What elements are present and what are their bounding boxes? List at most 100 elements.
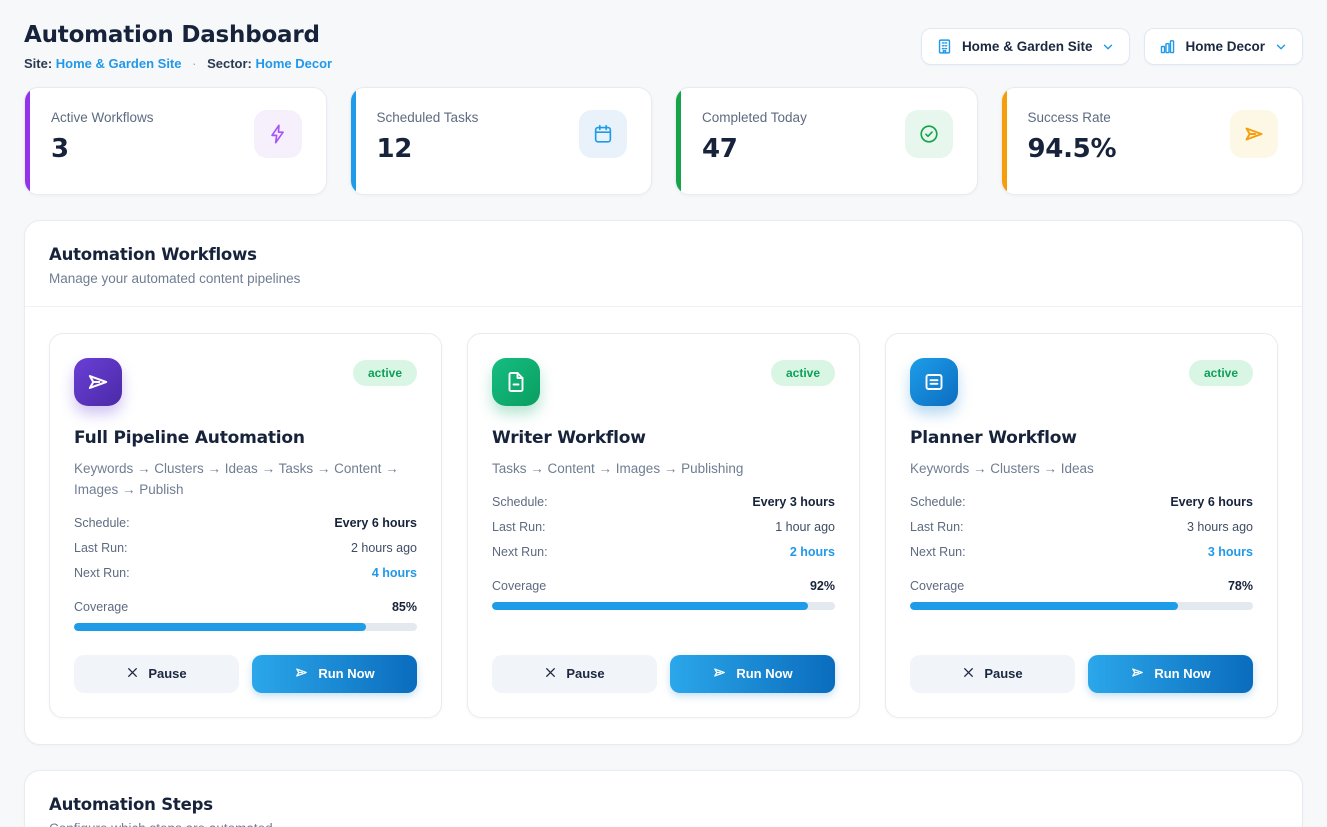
- schedule-row: Schedule: Every 6 hours: [74, 516, 417, 530]
- workflow-card-planner: active Planner Workflow Keywords → Clust…: [885, 333, 1278, 718]
- workflow-meta: Schedule: Every 3 hours Last Run: 1 hour…: [492, 495, 835, 570]
- coverage-progress-track: [910, 602, 1253, 610]
- doc-lines-icon: [910, 358, 958, 406]
- next-run-row: Next Run: 4 hours: [74, 566, 417, 580]
- run-now-button[interactable]: Run Now: [252, 655, 417, 693]
- next-run-row: Next Run: 2 hours: [492, 545, 835, 559]
- coverage-progress-fill: [910, 602, 1178, 610]
- workflow-cards-grid: active Full Pipeline Automation Keywords…: [25, 307, 1302, 744]
- send-icon: [294, 665, 309, 683]
- check-circle-icon: [905, 110, 953, 158]
- stat-value: 12: [377, 134, 479, 164]
- stat-text: Completed Today 47: [702, 110, 807, 164]
- next-run-value: 2 hours: [790, 545, 835, 559]
- next-run-label: Next Run:: [910, 545, 966, 559]
- workflow-pipeline: Keywords → Clusters → Ideas → Tasks → Co…: [74, 459, 417, 501]
- run-now-button[interactable]: Run Now: [670, 655, 835, 693]
- stat-text: Success Rate 94.5%: [1028, 110, 1117, 164]
- schedule-value: Every 6 hours: [1170, 495, 1253, 509]
- schedule-value: Every 3 hours: [752, 495, 835, 509]
- coverage-progress-track: [74, 623, 417, 631]
- stats-row: Active Workflows 3 Scheduled Tasks 12: [24, 87, 1303, 195]
- last-run-row: Last Run: 3 hours ago: [910, 520, 1253, 534]
- stat-text: Scheduled Tasks 12: [377, 110, 479, 164]
- workflow-pipeline: Keywords → Clusters → Ideas: [910, 459, 1253, 480]
- send-icon: [712, 665, 727, 683]
- schedule-row: Schedule: Every 6 hours: [910, 495, 1253, 509]
- bolt-icon: [254, 110, 302, 158]
- send-icon: [74, 358, 122, 406]
- coverage-progress-fill: [74, 623, 366, 631]
- x-icon: [962, 666, 975, 682]
- x-icon: [126, 666, 139, 682]
- workflow-card-writer: active Writer Workflow Tasks → Content →…: [467, 333, 860, 718]
- run-now-button[interactable]: Run Now: [1088, 655, 1253, 693]
- last-run-value: 1 hour ago: [775, 520, 835, 534]
- last-run-label: Last Run:: [74, 541, 128, 555]
- workflow-actions: Pause Run Now: [492, 631, 835, 693]
- last-run-value: 2 hours ago: [351, 541, 417, 555]
- last-run-row: Last Run: 2 hours ago: [74, 541, 417, 555]
- schedule-label: Schedule:: [74, 516, 130, 530]
- site-link[interactable]: Home & Garden Site: [56, 56, 182, 71]
- steps-panel-header: Automation Steps Configure which steps a…: [25, 771, 1302, 827]
- header-dropdowns: Home & Garden Site Home Decor: [921, 28, 1303, 65]
- breadcrumb: Site: Home & Garden Site · Sector: Home …: [24, 56, 332, 71]
- chevron-down-icon: [1101, 40, 1115, 54]
- sector-selector-dropdown[interactable]: Home Decor: [1144, 28, 1303, 65]
- stat-text: Active Workflows 3: [51, 110, 154, 164]
- coverage-row: Coverage 78%: [910, 579, 1253, 593]
- header-text: Automation Dashboard Site: Home & Garden…: [24, 22, 332, 71]
- workflows-panel-subtitle: Manage your automated content pipelines: [49, 271, 1278, 286]
- workflow-actions: Pause Run Now: [74, 631, 417, 693]
- pause-button[interactable]: Pause: [910, 655, 1075, 693]
- workflow-meta: Schedule: Every 6 hours Last Run: 3 hour…: [910, 495, 1253, 570]
- workflow-meta: Schedule: Every 6 hours Last Run: 2 hour…: [74, 516, 417, 591]
- steps-panel-title: Automation Steps: [49, 795, 1278, 814]
- coverage-value: 78%: [1228, 579, 1253, 593]
- workflow-pipeline: Tasks → Content → Images → Publishing: [492, 459, 835, 480]
- workflow-name: Writer Workflow: [492, 428, 835, 448]
- status-badge: active: [353, 360, 417, 386]
- steps-panel: Automation Steps Configure which steps a…: [24, 770, 1303, 827]
- run-now-button-label: Run Now: [736, 666, 792, 681]
- workflow-name: Planner Workflow: [910, 428, 1253, 448]
- send-icon: [1230, 110, 1278, 158]
- workflow-name: Full Pipeline Automation: [74, 428, 417, 448]
- run-now-button-label: Run Now: [1154, 666, 1210, 681]
- stat-label: Scheduled Tasks: [377, 110, 479, 125]
- schedule-label: Schedule:: [492, 495, 548, 509]
- calendar-icon: [579, 110, 627, 158]
- coverage-label: Coverage: [910, 579, 964, 593]
- stat-card-active-workflows: Active Workflows 3: [24, 87, 327, 195]
- site-label: Site:: [24, 56, 52, 71]
- coverage-label: Coverage: [74, 600, 128, 614]
- stat-label: Success Rate: [1028, 110, 1117, 125]
- schedule-row: Schedule: Every 3 hours: [492, 495, 835, 509]
- next-run-row: Next Run: 3 hours: [910, 545, 1253, 559]
- pause-button[interactable]: Pause: [74, 655, 239, 693]
- stat-value: 47: [702, 134, 807, 164]
- stat-value: 3: [51, 134, 154, 164]
- last-run-value: 3 hours ago: [1187, 520, 1253, 534]
- last-run-row: Last Run: 1 hour ago: [492, 520, 835, 534]
- stat-label: Active Workflows: [51, 110, 154, 125]
- pause-button[interactable]: Pause: [492, 655, 657, 693]
- coverage-label: Coverage: [492, 579, 546, 593]
- pause-button-label: Pause: [148, 666, 186, 681]
- workflow-card-full-pipeline: active Full Pipeline Automation Keywords…: [49, 333, 442, 718]
- pause-button-label: Pause: [984, 666, 1022, 681]
- send-icon: [1130, 665, 1145, 683]
- workflows-panel-title: Automation Workflows: [49, 245, 1278, 264]
- status-badge: active: [1189, 360, 1253, 386]
- chevron-down-icon: [1274, 40, 1288, 54]
- workflows-panel-header: Automation Workflows Manage your automat…: [25, 221, 1302, 307]
- stat-card-scheduled-tasks: Scheduled Tasks 12: [350, 87, 653, 195]
- sector-link[interactable]: Home Decor: [256, 56, 333, 71]
- next-run-label: Next Run:: [492, 545, 548, 559]
- site-selector-dropdown[interactable]: Home & Garden Site: [921, 28, 1131, 65]
- x-icon: [544, 666, 557, 682]
- stat-card-success-rate: Success Rate 94.5%: [1001, 87, 1304, 195]
- workflow-actions: Pause Run Now: [910, 631, 1253, 693]
- coverage-progress-fill: [492, 602, 808, 610]
